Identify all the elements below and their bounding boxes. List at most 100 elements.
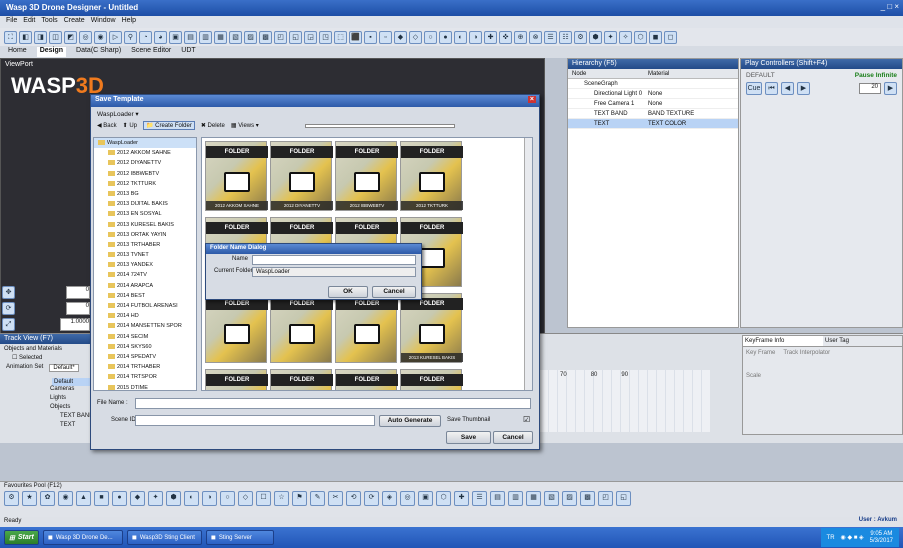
folder-thumbnail[interactable]: FOLDER2013 YANDEX bbox=[400, 369, 463, 390]
tree-folder-item[interactable]: 2013 TVNET bbox=[94, 250, 196, 260]
tab-home[interactable]: Home bbox=[8, 47, 27, 57]
tree-folder-item[interactable]: 2014 TRTSPOR bbox=[94, 372, 196, 382]
favourite-tool-icon[interactable]: ✚ bbox=[454, 491, 469, 506]
tree-folder-item[interactable]: 2014 ARAPCA bbox=[94, 281, 196, 291]
toolbar-tool-icon[interactable]: ⊕ bbox=[514, 30, 527, 44]
toolbar-tool-icon[interactable]: ✚ bbox=[484, 30, 497, 44]
favourite-tool-icon[interactable]: ★ bbox=[22, 491, 37, 506]
prev-frame-icon[interactable]: ◀ bbox=[781, 82, 794, 95]
cue-button[interactable]: Cue bbox=[746, 82, 762, 95]
toolbar-tool-icon[interactable]: ⬛ bbox=[349, 30, 362, 44]
toolbar-tool-icon[interactable]: ◱ bbox=[289, 30, 302, 44]
delete-button[interactable]: ✖ Delete bbox=[201, 122, 225, 129]
tray-icons[interactable]: ◉ ◆ ■ ◈ bbox=[841, 534, 864, 541]
toolbar-tool-icon[interactable]: ◨ bbox=[34, 30, 47, 44]
tree-folder-item[interactable]: 2013 YANDEX bbox=[94, 260, 196, 270]
next-icon[interactable]: ▶ bbox=[884, 82, 897, 95]
hierarchy-row[interactable]: TEXT BAND BAND TEXTURE bbox=[568, 109, 738, 119]
file-name-input[interactable] bbox=[135, 398, 531, 409]
auto-generate-button[interactable]: Auto Generate bbox=[379, 415, 441, 427]
toolbar-tool-icon[interactable]: ◫ bbox=[49, 30, 62, 44]
folder-thumbnail[interactable]: FOLDER 2012 TKTTURK bbox=[400, 141, 463, 211]
move-icon[interactable]: ✥ bbox=[2, 286, 15, 299]
play-icon[interactable]: ▶ bbox=[797, 82, 810, 95]
tree-folder-item[interactable]: 2014 FUTBOL ARENASI bbox=[94, 301, 196, 311]
hierarchy-row[interactable]: TEXT TEXT COLOR bbox=[568, 119, 738, 129]
tree-folder-item[interactable]: 2012 TKTTURK bbox=[94, 179, 196, 189]
toolbar-tool-icon[interactable]: ☰ bbox=[544, 30, 557, 44]
tree-folder-item[interactable]: 2014 TRTHABER bbox=[94, 362, 196, 372]
folder-name-input[interactable] bbox=[252, 255, 416, 265]
folder-thumbnail[interactable]: FOLDER 2012 DIYANETTV bbox=[270, 141, 333, 211]
up-button[interactable]: ⬆ Up bbox=[123, 122, 137, 129]
task-drone-designer[interactable]: ◼ Wasp 3D Drone De... bbox=[42, 530, 123, 545]
tree-folder-item[interactable]: 2014 BEST bbox=[94, 291, 196, 301]
anim-set-select[interactable]: Default* bbox=[49, 364, 79, 372]
ok-button[interactable]: OK bbox=[328, 286, 368, 298]
scale-input[interactable]: 1.0000 bbox=[60, 318, 90, 331]
selected-checkbox[interactable]: ☐ bbox=[12, 355, 19, 361]
toolbar-tool-icon[interactable]: ◆ bbox=[394, 30, 407, 44]
tab-keyframe-info[interactable]: KeyFrame Info bbox=[743, 336, 823, 346]
toolbar-tool-icon[interactable]: ✦ bbox=[604, 30, 617, 44]
save-thumbnail-checkbox[interactable]: ☑ bbox=[523, 415, 530, 424]
tree-folder-item[interactable]: 2013 ORTAK YAYIN bbox=[94, 230, 196, 240]
toolbar-tool-icon[interactable]: ▤ bbox=[184, 30, 197, 44]
toolbar-tool-icon[interactable]: ✧ bbox=[619, 30, 632, 44]
tree-folder-item[interactable]: 2015 DTIME bbox=[94, 383, 196, 390]
favourite-tool-icon[interactable]: ▤ bbox=[490, 491, 505, 506]
menu-item[interactable]: Create bbox=[64, 17, 85, 24]
tree-folder-item[interactable]: 2014 SECIM bbox=[94, 332, 196, 342]
favourite-tool-icon[interactable]: ○ bbox=[220, 491, 235, 506]
tree-folder-item[interactable]: 2012 DIYANETTV bbox=[94, 158, 196, 168]
favourite-tool-icon[interactable]: ◆ bbox=[130, 491, 145, 506]
favourite-tool-icon[interactable]: ✎ bbox=[310, 491, 325, 506]
folder-thumbnail[interactable]: FOLDER bbox=[205, 293, 268, 363]
x-input[interactable]: 0 bbox=[66, 286, 90, 299]
grid-scrollbar[interactable] bbox=[524, 138, 532, 390]
tree-folder-item[interactable]: 2014 SPEDATV bbox=[94, 352, 196, 362]
toolbar-tool-icon[interactable]: ▷ bbox=[109, 30, 122, 44]
folder-tree[interactable]: WaspLoader 2012 AKKOM SAHNE 2012 DIYANETT… bbox=[93, 137, 197, 391]
tree-folder-item[interactable]: 2013 TRTHABER bbox=[94, 240, 196, 250]
toolbar-tool-icon[interactable]: ⚲ bbox=[124, 30, 137, 44]
tab-design[interactable]: Design bbox=[36, 47, 67, 57]
tree-folder-item[interactable]: 2013 EN SOSYAL bbox=[94, 209, 196, 219]
toolbar-tool-icon[interactable]: ○ bbox=[424, 30, 437, 44]
favourite-tool-icon[interactable]: ✦ bbox=[148, 491, 163, 506]
toolbar-tool-icon[interactable]: ◼ bbox=[649, 30, 662, 44]
favourite-tool-icon[interactable]: ◈ bbox=[382, 491, 397, 506]
favourite-tool-icon[interactable]: ▩ bbox=[580, 491, 595, 506]
start-button[interactable]: ⊞ Start bbox=[4, 530, 39, 545]
favourite-tool-icon[interactable]: ⟳ bbox=[364, 491, 379, 506]
hierarchy-row[interactable]: Directional Light 0 None bbox=[568, 89, 738, 99]
tree-folder-item[interactable]: 2013 KURESEL BAKIS bbox=[94, 220, 196, 230]
toolbar-tool-icon[interactable]: ▦ bbox=[214, 30, 227, 44]
tab-data-c-sharp-[interactable]: Data(C Sharp) bbox=[76, 47, 121, 57]
favourite-tool-icon[interactable]: ✂ bbox=[328, 491, 343, 506]
create-folder-button[interactable]: 📁 Create Folder bbox=[143, 121, 195, 130]
menu-item[interactable]: File bbox=[6, 17, 17, 24]
tree-folder-item[interactable]: 2014 SKYS60 bbox=[94, 342, 196, 352]
favourite-tool-icon[interactable]: ▧ bbox=[544, 491, 559, 506]
favourite-tool-icon[interactable]: ▥ bbox=[508, 491, 523, 506]
scene-id-input[interactable] bbox=[135, 415, 375, 426]
toolbar-tool-icon[interactable]: ⚙ bbox=[574, 30, 587, 44]
toolbar-tool-icon[interactable]: ◇ bbox=[409, 30, 422, 44]
back-button[interactable]: ◀ Back bbox=[97, 122, 117, 129]
menu-item[interactable]: Edit bbox=[23, 17, 35, 24]
language-indicator[interactable]: TR bbox=[827, 535, 835, 541]
folder-thumbnail[interactable]: FOLDER2013 TVNET bbox=[335, 369, 398, 390]
folder-thumbnail[interactable]: FOLDER bbox=[335, 293, 398, 363]
toolbar-tool-icon[interactable]: ◰ bbox=[274, 30, 287, 44]
toolbar-tool-icon[interactable]: ◎ bbox=[79, 30, 92, 44]
toolbar-tool-icon[interactable]: ▫ bbox=[379, 30, 392, 44]
folder-thumbnail[interactable]: FOLDER 2012 IBBWEBTV bbox=[335, 141, 398, 211]
hierarchy-row[interactable]: Free Camera 1 None bbox=[568, 99, 738, 109]
folder-thumbnail[interactable]: FOLDER 2013 KURESEL BAKIS bbox=[400, 293, 463, 363]
tab-scene-editor[interactable]: Scene Editor bbox=[131, 47, 171, 57]
favourite-tool-icon[interactable]: ◇ bbox=[238, 491, 253, 506]
favourite-tool-icon[interactable]: ◰ bbox=[598, 491, 613, 506]
toolbar-tool-icon[interactable]: ◔ bbox=[139, 30, 152, 44]
scale-icon[interactable]: ⤢ bbox=[2, 318, 15, 331]
